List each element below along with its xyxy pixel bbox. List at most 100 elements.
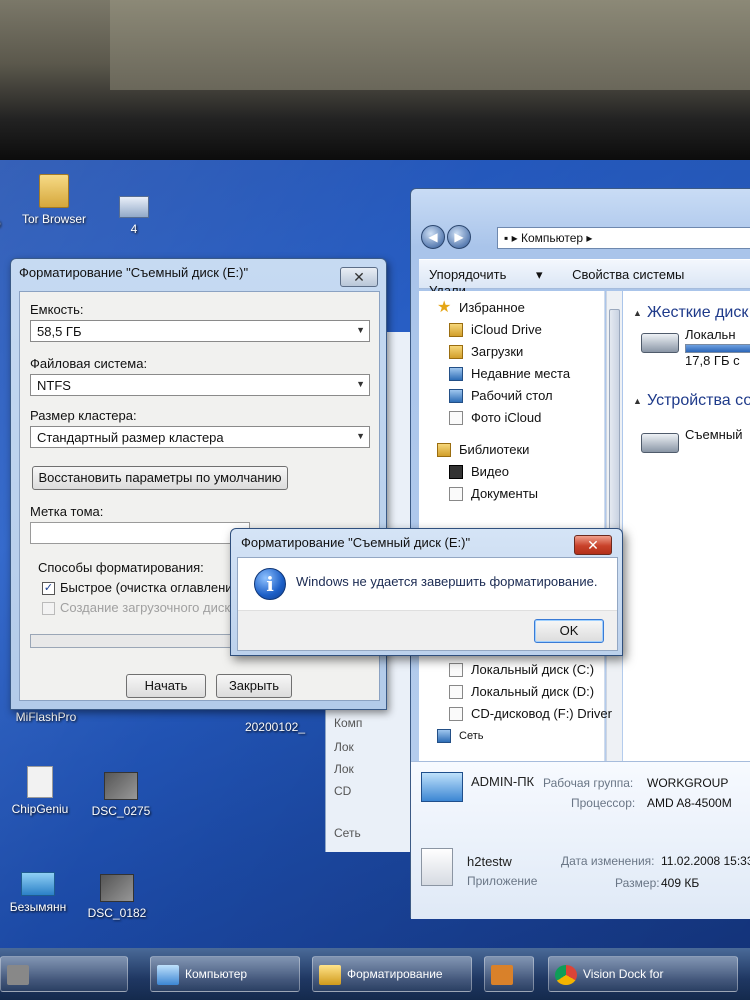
filesystem-select[interactable]: NTFS ▼: [30, 374, 370, 396]
group-hard-disks[interactable]: Жесткие диск: [623, 299, 750, 327]
nav-documents[interactable]: Документы: [419, 483, 604, 505]
nav-scrollbar[interactable]: [606, 291, 622, 761]
nav-label: CD-дисковод (F:) Driver: [471, 706, 612, 721]
nav-icloud-photos[interactable]: Фото iCloud: [419, 407, 604, 429]
ok-button[interactable]: OK: [534, 619, 604, 643]
restore-defaults-button[interactable]: Восстановить параметры по умолчанию: [32, 466, 288, 490]
message-text: Windows не удается завершить форматирова…: [296, 574, 598, 589]
taskbar-item-hidden[interactable]: [0, 956, 128, 992]
capacity-label: Емкость:: [30, 302, 84, 317]
navigation-bar: ◀ ▶ ▪ ▸ Компьютер ▸: [419, 225, 750, 253]
capacity-select[interactable]: 58,5 ГБ ▼: [30, 320, 370, 342]
boot-disk-checkbox[interactable]: [42, 602, 55, 615]
recent-places-icon: [449, 367, 463, 381]
file-type: Приложение: [467, 874, 538, 888]
desktop-icon: [449, 389, 463, 403]
desktop-icon-4[interactable]: 4: [114, 196, 154, 236]
nav-label: Документы: [471, 486, 539, 501]
app-icon: [7, 965, 29, 985]
desktop-icon-20200102[interactable]: 20200102_: [240, 720, 310, 734]
nav-local-disk[interactable]: Лок: [334, 762, 354, 776]
organize-button[interactable]: Упорядочить ▾: [429, 267, 543, 282]
scrollbar-thumb[interactable]: [609, 309, 620, 539]
nav-favorites[interactable]: ★ Избранное: [419, 297, 604, 319]
nav-recent-places[interactable]: Недавние места: [419, 363, 604, 385]
cpu-label: Процессор:: [571, 796, 636, 810]
disk-icon: [449, 685, 463, 699]
desktop-icon-untitled[interactable]: Безымянн: [0, 872, 76, 914]
nav-label: Фото iCloud: [471, 410, 542, 425]
nav-network[interactable]: Сеть: [419, 725, 605, 747]
chevron-down-icon: ▼: [356, 379, 365, 389]
taskbar-label: Vision Dock for: [583, 967, 664, 981]
close-dialog-button[interactable]: Закрыть: [216, 674, 292, 698]
error-message-dialog[interactable]: Форматирование "Съемный диск (E:)" ✕ i W…: [230, 528, 623, 656]
desktop-icon-chipgenius[interactable]: ChipGeniu: [0, 766, 80, 816]
desktop-icon-dsc-0182[interactable]: DSC_0182: [82, 874, 152, 920]
breadcrumb[interactable]: Компьютер: [521, 231, 583, 245]
modified-label: Дата изменения:: [561, 854, 655, 868]
taskbar-item-app[interactable]: [484, 956, 534, 992]
cluster-size-select[interactable]: Стандартный размер кластера ▼: [30, 426, 370, 448]
nav-video[interactable]: Видео: [419, 461, 604, 483]
nav-computer-list: Локальный диск (C:) Локальный диск (D:) …: [419, 659, 612, 747]
taskbar-item-computer[interactable]: Компьютер: [150, 956, 300, 992]
filesystem-value: NTFS: [37, 378, 71, 393]
drive-label: Съемный: [685, 427, 743, 442]
image-icon: [21, 872, 55, 896]
chevron-down-icon: ▼: [356, 325, 365, 335]
application-icon: [27, 766, 53, 798]
info-icon: i: [254, 568, 286, 600]
taskbar-item-vision-dock[interactable]: Vision Dock for: [548, 956, 738, 992]
drive-label: Локальн: [685, 327, 736, 342]
nav-network[interactable]: Сеть: [334, 826, 361, 840]
folder-icon: [119, 196, 149, 218]
removable-disk-icon: [641, 433, 679, 453]
volume-label-input[interactable]: [30, 522, 250, 544]
dialog-title: Форматирование "Съемный диск (E:)": [19, 265, 249, 280]
nav-local-disk-d[interactable]: Локальный диск (D:): [419, 681, 605, 703]
nav-libraries[interactable]: Библиотеки: [419, 439, 604, 461]
photos-icon: [449, 411, 463, 425]
nav-cd-drive-f[interactable]: CD-дисковод (F:) Driver: [419, 703, 612, 725]
taskbar-item-format[interactable]: Форматирование: [312, 956, 472, 992]
chevron-down-icon: ▼: [356, 431, 365, 441]
address-bar[interactable]: ▪ ▸ Компьютер ▸: [497, 227, 750, 249]
drive-removable[interactable]: Съемный: [623, 415, 750, 475]
hard-disk-icon: [641, 333, 679, 353]
application-icon: [421, 848, 453, 886]
drive-free-space: 17,8 ГБ с: [685, 353, 740, 368]
nav-icloud-drive[interactable]: iCloud Drive: [419, 319, 604, 341]
workgroup-label: Рабочая группа:: [543, 776, 634, 790]
forward-button[interactable]: ▶: [447, 225, 471, 249]
desktop-icon-dsc-0275[interactable]: DSC_0275: [86, 772, 156, 818]
chevron-right-icon[interactable]: ▸: [586, 231, 592, 245]
system-properties-button[interactable]: Свойства системы: [572, 267, 684, 282]
format-progress-bar: [30, 634, 250, 648]
quick-format-checkbox[interactable]: ✓: [42, 582, 55, 595]
nav-label: iCloud Drive: [471, 322, 542, 337]
close-button[interactable]: ✕: [574, 535, 612, 555]
close-button[interactable]: ✕: [340, 267, 378, 287]
app-icon: [491, 965, 513, 985]
nav-cd-drive[interactable]: CD: [334, 784, 351, 798]
content-pane[interactable]: Жесткие диск Локальн 17,8 ГБ с Устройств…: [623, 291, 750, 761]
nav-computer[interactable]: Комп: [334, 716, 362, 730]
desktop-icon-label: MiFlashPro: [15, 710, 77, 724]
network-icon: [437, 729, 451, 743]
capacity-value: 58,5 ГБ: [37, 324, 82, 339]
nav-local-disk[interactable]: Лок: [334, 740, 354, 754]
nav-local-disk-c[interactable]: Локальный диск (C:): [419, 659, 605, 681]
start-button[interactable]: Начать: [126, 674, 206, 698]
back-button[interactable]: ◀: [421, 225, 445, 249]
group-devices[interactable]: Устройства со: [623, 387, 750, 415]
desktop-icon-tor-browser[interactable]: Tor Browser: [18, 174, 90, 226]
volume-label-label: Метка тома:: [30, 504, 104, 519]
filesystem-label: Файловая система:: [30, 356, 148, 371]
desktop-icon-miflashpro[interactable]: MiFlashPro: [6, 710, 86, 724]
nav-downloads[interactable]: Загрузки: [419, 341, 604, 363]
desktop-icon-partial[interactable]: p: [0, 216, 1, 230]
drive-local[interactable]: Локальн 17,8 ГБ с: [623, 327, 750, 387]
nav-desktop[interactable]: Рабочий стол: [419, 385, 604, 407]
desktop-icon-label: DSC_0182: [87, 906, 147, 920]
